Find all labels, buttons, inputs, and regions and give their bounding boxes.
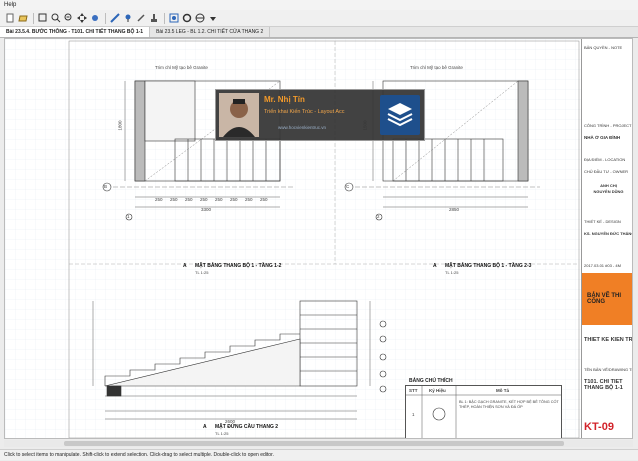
dim-label: 2850	[449, 207, 460, 212]
scrollbar-thumb[interactable]	[64, 441, 564, 446]
view1-scale: TL 1:25	[195, 270, 209, 275]
menubar: Help	[0, 0, 638, 10]
dim-label: 250	[200, 197, 208, 202]
globe-icon[interactable]	[194, 13, 205, 24]
legend-table: BẢNG CHÚ THÍCH STT Ký Hiệu Mô Tả 1 BL 1:…	[405, 378, 562, 438]
tb-note: BẢN QUYỀN - NOTE	[584, 45, 623, 50]
dim-label: 250	[245, 197, 253, 202]
tab-stair-door-detail[interactable]: Bài 23.5 LEG - BL 1.2. CHI TIẾT CỬA THAN…	[150, 27, 271, 37]
tb-owner-2: NGUYỄN DŨNG	[593, 189, 624, 194]
tb-package: THIẾT KẾ KIẾN TRÚC	[584, 337, 633, 343]
legend-grid	[406, 386, 561, 438]
legend-header-symbol: Ký Hiệu	[429, 388, 446, 393]
settings-icon[interactable]	[181, 13, 192, 24]
view2-marker: A	[433, 263, 437, 269]
view1-marker: A	[183, 263, 187, 269]
dim-label: 3300	[201, 207, 212, 212]
legend-header-desc: Mô Tả	[496, 388, 509, 393]
dim-label: 1800	[117, 120, 123, 131]
tb-stage-label: BẢN VẼ THI CÔNG	[587, 293, 622, 305]
stamp-icon[interactable]	[148, 13, 159, 24]
legend-title: BẢNG CHÚ THÍCH	[409, 378, 453, 384]
tb-drawing-name-label: TÊN BẢN VẼ/DRAWING TITLE	[584, 367, 633, 372]
dim-label: 250	[185, 197, 193, 202]
tb-design-label: THIẾT KẾ - DESIGN	[584, 219, 621, 224]
author-subtitle: Triển khai Kiến Trúc - Layout Acc	[264, 109, 345, 115]
view3-marker: A	[203, 424, 207, 430]
author-photo	[219, 93, 259, 137]
open-icon[interactable]	[17, 13, 28, 24]
toolbar	[0, 10, 638, 27]
measure-icon[interactable]	[109, 13, 120, 24]
pin-icon[interactable]	[122, 13, 133, 24]
horizontal-scrollbar[interactable]	[4, 440, 633, 447]
view2-title[interactable]: MẶT BẰNG THANG BỘ 1 - TẦNG 2-3	[445, 263, 531, 269]
title-block: BẢN QUYỀN - NOTE CÔNG TRÌNH - PROJECT NA…	[581, 39, 633, 438]
status-bar: Click to select items to manipulate. Shi…	[0, 449, 638, 460]
view3-title[interactable]: MẶT ĐỨNG CẦU THANG 2	[215, 424, 278, 430]
view1-note: Trim chỉ Mỹ tạo bê Granite	[155, 65, 208, 70]
dim-label: 250	[215, 197, 223, 202]
tb-owner-label: CHỦ ĐẦU TƯ - OWNER	[584, 169, 629, 174]
tab-stair-detail[interactable]: Bài 23.5.4. BƯỚC THÔNG - T101. CHI TIẾT …	[0, 27, 151, 37]
tb-project-label: CÔNG TRÌNH - PROJECT NAME	[584, 123, 632, 128]
author-website[interactable]: www.hocvienkientruc.vn	[278, 125, 326, 130]
tb-date: 2017.03.01 #03 - 4M	[584, 263, 621, 268]
grid-bubble-1: 1	[127, 214, 130, 219]
view2-note: Trim chỉ Mỹ tạo bê Granite	[410, 65, 463, 70]
dim-label: 250	[170, 197, 178, 202]
tb-owner-1: ANH CHỊ	[600, 183, 617, 188]
view1-title[interactable]: MẶT BẰNG THANG BỘ 1 - TẦNG 1-2	[195, 263, 281, 269]
dim-label: 250	[155, 197, 163, 202]
zoom-in-icon[interactable]	[50, 13, 61, 24]
legend-row-desc: BL 1: BẬC GẠCH GRANITE, KẾT HỢP BỆ BÊ TÔ…	[459, 400, 559, 409]
zoom-out-icon[interactable]	[63, 13, 74, 24]
new-icon[interactable]	[4, 13, 15, 24]
grid-bubble-c: C	[346, 184, 350, 189]
tb-project-name: NHÀ Ở GIA ĐÌNH	[584, 135, 621, 140]
tb-designer: KS. NGUYỄN ĐỨC THẮNG	[584, 231, 633, 236]
toolbar-separator	[164, 12, 165, 24]
document-tabs: Bài 23.5.4. BƯỚC THÔNG - T101. CHI TIẾT …	[0, 27, 638, 38]
brand-logo-icon	[380, 95, 420, 135]
tb-sheet-number: KT-09	[584, 421, 614, 433]
pan-icon[interactable]	[89, 13, 100, 24]
author-name: Mr. Nhị Tín	[264, 95, 305, 104]
toolbar-separator	[33, 12, 34, 24]
toolbar-separator	[105, 12, 106, 24]
grid-bubble-b: B	[104, 184, 108, 189]
menu-help[interactable]: Help	[0, 2, 16, 8]
move-icon[interactable]	[76, 13, 87, 24]
brush-icon[interactable]	[135, 13, 146, 24]
author-overlay-banner: Mr. Nhị Tín Triển khai Kiến Trúc - Layou…	[215, 89, 425, 141]
legend-header-stt: STT	[409, 388, 418, 393]
print-icon[interactable]	[168, 13, 179, 24]
drawing-canvas[interactable]: Trim chỉ Mỹ tạo bê Granite Trim chỉ Mỹ t…	[4, 38, 633, 439]
grid-bubble-2: 2	[377, 214, 380, 219]
view3-scale: TL 1:25	[215, 431, 229, 436]
view2-scale: TL 1:25	[445, 270, 459, 275]
tb-location-label: ĐỊA ĐIỂM - LOCATION	[584, 157, 626, 162]
zoom-window-icon[interactable]	[37, 13, 48, 24]
dim-label: 250	[230, 197, 238, 202]
tb-drawing-name: T101. CHI TIẾT THANG BỘ 1-1	[584, 379, 623, 391]
dim-label: 250	[260, 197, 268, 202]
tb-stage-box: BẢN VẼ THI CÔNG	[582, 273, 632, 325]
chevron-down-icon[interactable]	[207, 13, 218, 24]
legend-row-stt: 1	[412, 412, 415, 417]
